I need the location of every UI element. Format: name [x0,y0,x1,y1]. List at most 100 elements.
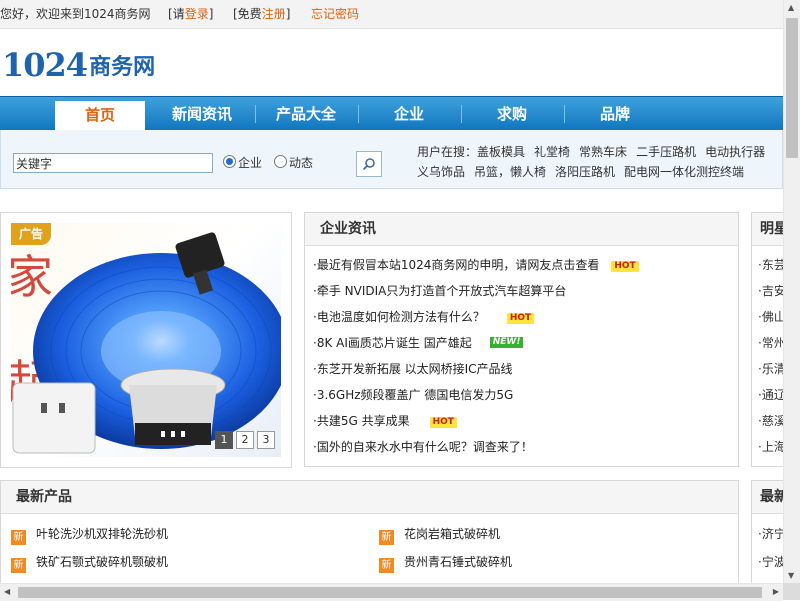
vertical-scrollbar[interactable]: ▲ ▼ [783,0,800,583]
nav-news[interactable]: 新闻资讯 [152,97,252,131]
brand-item[interactable]: ·佛山 [758,304,786,330]
product-name[interactable]: 贵州青石锤式破碎机 [404,555,512,569]
new-product-badge: 新 [11,558,26,573]
hot-term[interactable]: 礼堂椅 [534,145,570,159]
search-icon [362,158,375,171]
news-item-text[interactable]: 共建5G 共享成果 [317,414,410,428]
news-panel-title: 企业资讯 [305,213,738,246]
hot-term[interactable]: 配电网一体化测控终端 [624,165,744,179]
news-item-text[interactable]: 东芝开发新拓展 以太网桥接IC产品线 [317,362,513,376]
carousel-page-3[interactable]: 3 [257,431,275,449]
hot-badge: HOT [611,261,639,272]
news-panel: 企业资讯 ·最近有假冒本站1024商务网的申明，请网友点击查看 HOT ·牵手 N… [304,212,739,467]
news-item[interactable]: ·共建5G 共享成果 HOT [313,408,457,434]
radio-news-label: 动态 [289,156,314,170]
logo-text: 商务网 [89,55,156,80]
hot-badge: HOT [429,417,457,428]
search-button[interactable] [356,151,382,177]
product-name[interactable]: 花岗岩箱式破碎机 [404,527,500,541]
news-item[interactable]: ·3.6GHz频段覆盖广 德国电信发力5G [313,382,513,408]
news-item-text[interactable]: 8K AI画质芯片诞生 国产雄起 [317,336,472,350]
new-product-badge: 新 [379,558,394,573]
latest-item[interactable]: ·济宁 [758,521,786,547]
news-item-text[interactable]: 牵手 NVIDIA只为打造首个开放式汽车超算平台 [317,284,567,298]
product-item[interactable]: 新铁矿石颚式破碎机颚破机 [11,549,168,575]
new-product-badge: 新 [11,530,26,545]
nav-home[interactable]: 首页 [55,101,145,131]
new-product-badge: 新 [379,530,394,545]
new-badge: NEW! [489,337,524,348]
news-item[interactable]: ·8K AI画质芯片诞生 国产雄起 NEW! [313,330,524,356]
brand-item[interactable]: ·慈溪 [758,408,786,434]
site-logo[interactable]: 1024商务网 [2,46,156,84]
hot-term[interactable]: 洛阳压路机 [555,165,615,179]
main-nav: 首页 新闻资讯 产品大全 企业 求购 品牌 [0,96,783,131]
login-link[interactable]: 登录 [185,7,209,21]
hot-term[interactable]: 盖板模具 [477,145,525,159]
scroll-left-icon[interactable]: ◀ [4,587,10,596]
horizontal-scrollbar[interactable]: ◀ ▶ [0,583,783,601]
cable-product-image: 家 起 [11,232,281,454]
ad-banner: 家 起 广告 1 2 3 [0,212,292,468]
login-group: [请登录] [168,0,213,28]
register-group: [免费注册] [233,0,290,28]
product-item[interactable]: 新叶轮洗沙机双排轮洗砂机 [11,521,168,547]
forgot-password-link[interactable]: 忘记密码 [311,0,359,28]
hot-search: 用户在搜：盖板模具 礼堂椅 常熟车床 二手压路机 电动执行器义乌饰品 吊篮，懒人椅 洛阳压路… [417,142,783,182]
hot-search-label: 用户在搜： [417,145,478,159]
nav-purchase[interactable]: 求购 [462,97,562,131]
nav-companies[interactable]: 企业 [359,97,459,131]
search-input[interactable] [13,153,213,173]
hot-term[interactable]: 义乌饰品 [417,165,465,179]
scroll-right-icon[interactable]: ▶ [773,587,779,596]
carousel-page-2[interactable]: 2 [236,431,254,449]
top-bar: 您好，欢迎来到1024商务网 [请登录] [免费注册] 忘记密码 [0,0,783,29]
news-item[interactable]: ·牵手 NVIDIA只为打造首个开放式汽车超算平台 [313,278,566,304]
radio-news[interactable]: 动态 [274,154,313,171]
brand-item[interactable]: ·上海 [758,434,786,460]
product-item[interactable]: 新贵州青石锤式破碎机 [379,549,512,575]
horizontal-scroll-thumb[interactable] [18,587,762,598]
brand-item[interactable]: ·东芸 [758,252,786,278]
news-item-text[interactable]: 电池温度如何检测方法有什么？ [317,310,485,324]
hot-term[interactable]: 二手压路机 [636,145,696,159]
news-item-text[interactable]: 最近有假冒本站1024商务网的申明，请网友点击查看 [317,258,600,272]
hot-term[interactable]: 常熟车床 [579,145,627,159]
news-item[interactable]: ·电池温度如何检测方法有什么？ HOT [313,304,535,330]
svg-text:家: 家 [11,250,53,304]
register-suffix: ] [285,7,291,21]
news-item[interactable]: ·最近有假冒本站1024商务网的申明，请网友点击查看 HOT [313,252,639,278]
carousel-page-1[interactable]: 1 [215,431,233,449]
greeting-text: 您好，欢迎来到1024商务网 [0,7,151,21]
product-item[interactable]: 新花岗岩箱式破碎机 [379,521,500,547]
scroll-down-icon[interactable]: ▼ [788,571,794,580]
logo-number: 1024 [2,46,88,84]
hot-term[interactable]: 吊篮，懒人椅 [474,165,546,179]
hot-term[interactable]: 电动执行器 [705,145,765,159]
brand-item[interactable]: ·吉安 [758,278,786,304]
news-item-text[interactable]: 3.6GHz频段覆盖广 德国电信发力5G [317,388,513,402]
hot-badge: HOT [506,313,535,324]
ad-label: 广告 [11,223,51,245]
login-suffix: ] [208,7,214,21]
scrollbar-corner [783,583,800,600]
brand-item[interactable]: ·乐清 [758,356,786,382]
register-link[interactable]: 注册 [262,7,286,21]
latest-item[interactable]: ·宁波 [758,549,786,575]
brand-item[interactable]: ·通辽 [758,382,786,408]
nav-products[interactable]: 产品大全 [256,97,356,131]
brand-item[interactable]: ·常州 [758,330,786,356]
news-item[interactable]: ·东芝开发新拓展 以太网桥接IC产品线 [313,356,513,382]
search-bar: 企业 动态 用户在搜：盖板模具礼堂椅常熟车床二手压路机电动执行器义乌饰品吊篮，懒… [0,130,783,189]
radio-company[interactable]: 企业 [223,154,262,171]
product-name[interactable]: 铁矿石颚式破碎机颚破机 [36,555,168,569]
news-item-text[interactable]: 国外的自来水水中有什么呢？调查来了！ [317,440,533,454]
radio-dot-checked [223,155,236,168]
product-name[interactable]: 叶轮洗沙机双排轮洗砂机 [36,527,168,541]
news-item[interactable]: ·国外的自来水水中有什么呢？调查来了！ [313,434,533,460]
ad-image[interactable]: 家 起 广告 1 2 3 [11,223,281,457]
nav-brands[interactable]: 品牌 [565,97,665,131]
vertical-scroll-thumb[interactable] [786,18,798,158]
radio-company-label: 企业 [238,156,263,170]
scroll-up-icon[interactable]: ▲ [788,3,794,12]
